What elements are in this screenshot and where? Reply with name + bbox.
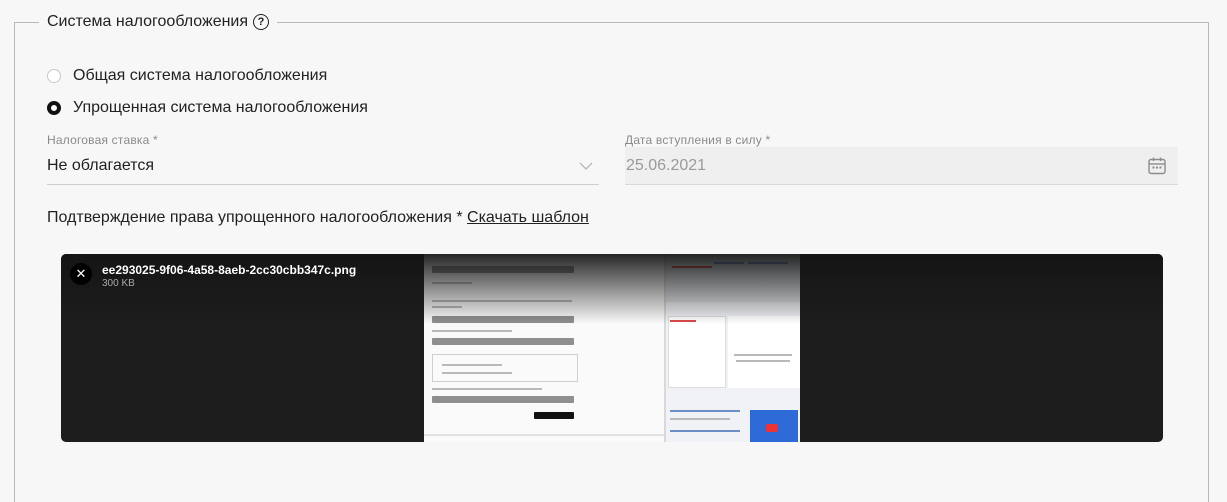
effective-date-label: Дата вступления в силу * bbox=[625, 133, 771, 147]
tax-system-fieldset: Система налогообложения ? Общая система … bbox=[14, 11, 1209, 502]
close-icon: ✕ bbox=[75, 266, 87, 281]
tax-rate-select[interactable]: Не облагается bbox=[47, 147, 599, 185]
file-size: 300 KB bbox=[102, 278, 135, 289]
effective-date-value: 25.06.2021 bbox=[626, 156, 707, 174]
confirmation-text: Подтверждение права упрощенного налогооб… bbox=[47, 209, 468, 226]
effective-date-input[interactable]: 25.06.2021 bbox=[625, 147, 1178, 185]
radio-simplified-tax[interactable]: Упрощенная система налогообложения bbox=[47, 99, 368, 117]
radio-general-label: Общая система налогообложения bbox=[73, 67, 328, 84]
chevron-down-icon bbox=[579, 162, 593, 170]
radio-simplified-label: Упрощенная система налогообложения bbox=[73, 99, 368, 116]
remove-file-button[interactable]: ✕ bbox=[70, 263, 92, 285]
radio-general-tax[interactable]: Общая система налогообложения bbox=[47, 67, 327, 85]
tax-rate-label: Налоговая ставка * bbox=[47, 133, 158, 147]
radio-checked-icon[interactable] bbox=[47, 101, 61, 115]
section-legend: Система налогообложения ? bbox=[39, 11, 278, 33]
uploaded-file-card: ✕ ee293025-9f06-4a58-8aeb-2cc30cbb347c.p… bbox=[61, 254, 1163, 442]
calendar-icon[interactable] bbox=[1146, 155, 1168, 177]
section-title: Система налогообложения bbox=[47, 13, 249, 30]
radio-unchecked-icon[interactable] bbox=[47, 69, 61, 83]
question-circle-icon[interactable]: ? bbox=[253, 14, 270, 30]
file-name: ee293025-9f06-4a58-8aeb-2cc30cbb347c.png bbox=[102, 263, 357, 277]
confirmation-line: Подтверждение права упрощенного налогооб… bbox=[47, 209, 589, 227]
tax-rate-value: Не облагается bbox=[47, 156, 155, 174]
download-template-link[interactable]: Скачать шаблон bbox=[467, 209, 589, 226]
